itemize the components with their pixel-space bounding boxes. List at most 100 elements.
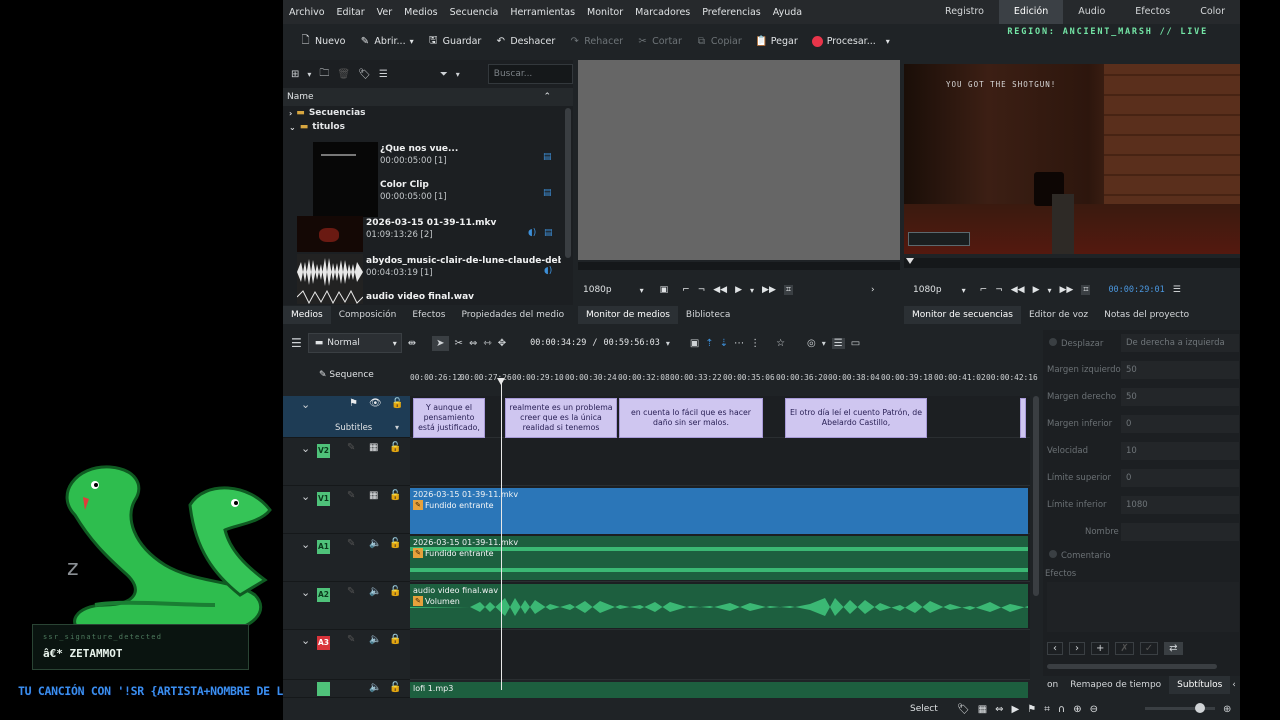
margin-right-input[interactable]: 50 — [1121, 388, 1239, 406]
lock-icon[interactable]: 🔓 — [389, 586, 401, 597]
track-badge-v1[interactable]: V1 — [317, 492, 330, 506]
speaker-icon[interactable]: 🔈 — [369, 538, 381, 549]
zone-icon[interactable]: ⌗ — [1081, 285, 1091, 295]
track-badge-a3[interactable]: A3 — [317, 636, 330, 650]
remove-keyframe-icon[interactable]: ✗ — [1115, 641, 1134, 655]
lock-icon[interactable]: 🔓 — [389, 682, 401, 693]
view-mode-icon[interactable]: ⊞ — [291, 69, 299, 80]
timeline-playhead[interactable] — [497, 378, 505, 690]
comment-toggle[interactable]: Comentario — [1049, 550, 1111, 561]
speaker-icon[interactable]: 🔈 — [369, 682, 381, 693]
sequence-tab[interactable]: ✎ Sequence — [319, 370, 374, 380]
margin-bottom-input[interactable]: 0 — [1121, 415, 1239, 433]
track-header-v1[interactable]: ⌄ V1 ✎ ▦ 🔓 — [283, 486, 410, 534]
lock-icon[interactable]: 🔓 — [389, 538, 401, 549]
tab-medios[interactable]: Medios — [283, 306, 331, 324]
effect-icon[interactable]: ✎ — [347, 490, 355, 501]
bin-scrollbar[interactable] — [565, 108, 571, 258]
delete-icon[interactable]: 🗑 — [337, 69, 350, 80]
scroll-toggle[interactable]: Desplazar — [1049, 338, 1103, 349]
scroll-direction-select[interactable]: De derecha a izquierda — [1121, 334, 1239, 352]
ripple-tool-icon[interactable]: ⇿ — [483, 338, 491, 349]
layout-tab-audio[interactable]: Audio — [1063, 0, 1120, 24]
chevron-down-icon[interactable]: ▾ — [962, 286, 966, 295]
effect-icon[interactable]: ✎ — [347, 538, 355, 549]
project-monitor-scrub[interactable] — [904, 258, 1240, 268]
bin-search-input[interactable]: Buscar... — [487, 64, 573, 84]
collapse-icon[interactable]: ⌄ — [301, 634, 310, 647]
clip-monitor-scrub[interactable] — [578, 262, 900, 270]
film-icon[interactable]: ▦ — [369, 442, 378, 453]
project-timecode[interactable]: 00:00:29:01 — [1108, 285, 1164, 295]
tag-icon[interactable]: 🏷 — [957, 704, 970, 715]
upper-limit-input[interactable]: 0 — [1121, 469, 1239, 487]
next-keyframe-icon[interactable]: › — [1069, 641, 1085, 655]
subtitle-track-header[interactable]: ⌄ ⚑ 👁 🔓 Subtitles ▾ — [283, 396, 410, 438]
cut-button[interactable]: ✂ Cortar — [630, 36, 689, 47]
play-icon[interactable]: ▶ — [735, 285, 742, 295]
clip-resolution-select[interactable]: 1080p — [583, 285, 612, 295]
subtitle-block[interactable]: realmente es un problema creer que es la… — [505, 398, 617, 438]
multicam-tool-icon[interactable]: ✥ — [498, 338, 506, 349]
column-name[interactable]: Name — [287, 92, 314, 102]
fullscreen-icon[interactable]: ▣ — [660, 285, 669, 295]
tab-composicion[interactable]: Composición — [331, 306, 405, 324]
favorite-icon[interactable]: ☆ — [776, 338, 785, 349]
render-button[interactable]: Procesar... ▾ — [805, 35, 897, 47]
lift-icon[interactable]: ⇡ — [705, 338, 713, 349]
rewind-icon[interactable]: ◀◀ — [1011, 285, 1025, 295]
fullscreen-icon[interactable]: ⌐ — [980, 285, 988, 295]
tab-partial[interactable]: on — [1043, 676, 1062, 694]
open-button[interactable]: ✎ Abrir... ▾ — [352, 36, 420, 47]
project-monitor-view[interactable]: YOU GOT THE SHOTGUN! — [904, 64, 1240, 254]
subtitle-block[interactable]: El otro día leí el cuento Patrón, de Abe… — [785, 398, 927, 438]
eye-icon[interactable]: 👁 — [369, 398, 382, 409]
select-tool-icon[interactable]: ➤ — [432, 335, 449, 351]
paste-button[interactable]: 📋 Pegar — [749, 36, 805, 47]
menu-preferencias[interactable]: Preferencias — [696, 7, 767, 18]
collapse-icon[interactable]: ⌄ — [301, 442, 310, 455]
subtitle-block[interactable] — [1020, 398, 1026, 438]
subtitle-block[interactable]: Y aunque el pensamiento está justificado… — [413, 398, 485, 438]
collapse-icon[interactable]: ⌄ — [301, 538, 310, 551]
lower-limit-input[interactable]: 1080 — [1121, 496, 1239, 514]
zoom-in-icon[interactable]: ⊕ — [1073, 704, 1081, 715]
lock-icon[interactable]: 🔓 — [389, 442, 401, 453]
bin-clip-video[interactable]: 2026-03-15 01-39-11.mkv 01:09:13:26 [2] … — [283, 216, 573, 254]
collapse-icon[interactable]: ⌄ — [301, 490, 310, 503]
menu-archivo[interactable]: Archivo — [283, 7, 331, 18]
tag-icon[interactable]: 🏷 — [358, 69, 371, 80]
track-header-a4[interactable]: 🔈 🔓 — [283, 680, 410, 698]
chevron-down-icon[interactable]: ▾ — [750, 286, 754, 295]
add-keyframe-icon[interactable]: + — [1091, 641, 1110, 655]
tab-subtitulos[interactable]: Subtítulos — [1169, 676, 1231, 694]
tab-remapeo[interactable]: Remapeo de tiempo — [1062, 676, 1169, 694]
forward-icon[interactable]: ▶▶ — [762, 285, 776, 295]
tab-editor-voz[interactable]: Editor de voz — [1021, 306, 1096, 324]
effect-panel-scrollbar[interactable] — [1047, 664, 1217, 669]
track-header-a1[interactable]: ⌄ A1 ✎ 🔈 🔓 — [283, 534, 410, 582]
chevron-left-icon[interactable]: ‹ — [1232, 680, 1236, 690]
expand-icon[interactable]: ⇔ — [995, 704, 1003, 715]
track-badge-a1[interactable]: A1 — [317, 540, 330, 554]
layout-tab-color[interactable]: Color — [1185, 0, 1240, 24]
chevron-down-icon[interactable]: ▾ — [456, 70, 460, 79]
add-folder-icon[interactable]: 🗀 — [319, 66, 329, 83]
magnet-icon[interactable]: ∩ — [1058, 704, 1065, 715]
forward-icon[interactable]: ▶▶ — [1060, 285, 1074, 295]
menu-secuencia[interactable]: Secuencia — [444, 7, 505, 18]
folder-secuencias[interactable]: › ▬ Secuencias — [283, 106, 573, 120]
filter-icon[interactable]: ⏷ — [440, 69, 448, 80]
video-clip[interactable]: 2026-03-15 01-39-11.mkv ✎ Fundido entrant… — [410, 488, 1028, 534]
speaker-icon[interactable]: 🔈 — [369, 586, 381, 597]
copy-button[interactable]: ⧉ Copiar — [689, 36, 749, 47]
edit-mode-select[interactable]: ▬ Normal ▾ — [307, 333, 402, 353]
audio-clip-a2[interactable]: audio video final.wav ✎ Volumen — [410, 584, 1028, 628]
spacer-tool-icon[interactable]: ⇹ — [408, 338, 416, 349]
bin-clip-color[interactable]: Color Clip 00:00:05:00 [1] ▤ — [283, 180, 573, 216]
subtitle-icon[interactable]: ▭ — [851, 338, 860, 349]
menu-marcadores[interactable]: Marcadores — [629, 7, 696, 18]
track-badge-v2[interactable]: V2 — [317, 444, 330, 458]
slip-tool-icon[interactable]: ⇔ — [469, 338, 477, 349]
insert-icon[interactable]: ▣ — [690, 338, 699, 349]
